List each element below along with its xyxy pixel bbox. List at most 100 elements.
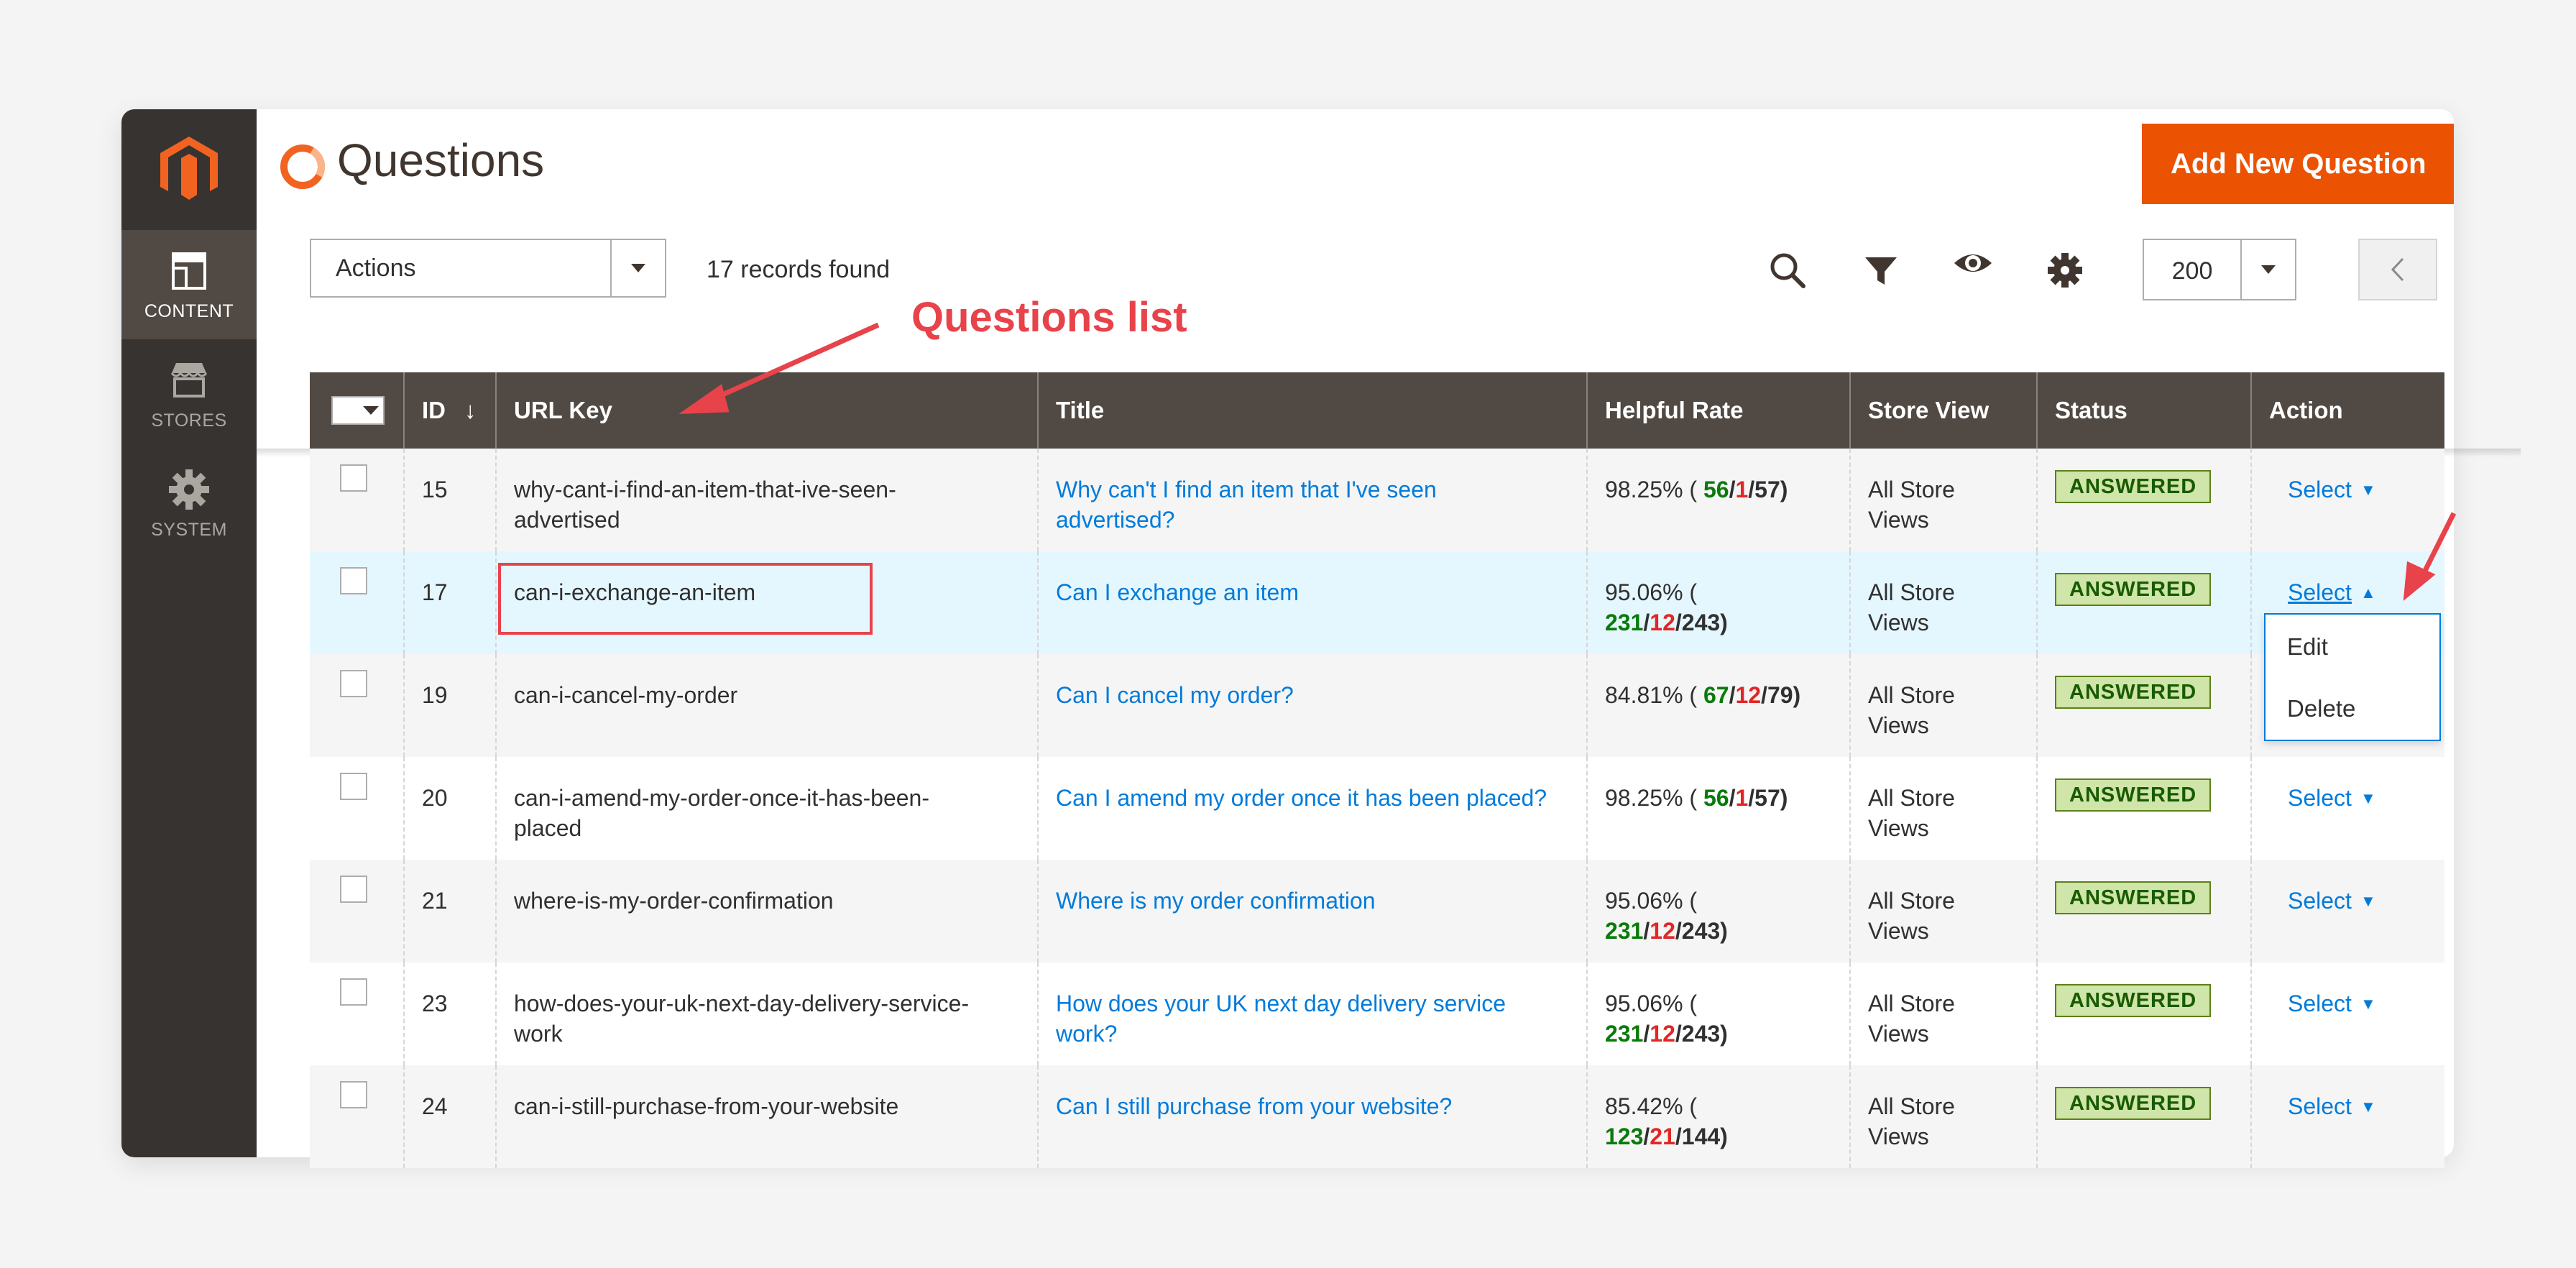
- row-checkbox[interactable]: [340, 773, 367, 800]
- search-icon[interactable]: [1767, 250, 1808, 290]
- row-id: 21: [422, 888, 448, 914]
- chevron-down-icon: ▼: [2360, 892, 2376, 910]
- row-store-view: All Store Views: [1868, 785, 1955, 841]
- row-checkbox[interactable]: [340, 1081, 367, 1108]
- table-row[interactable]: 20 can-i-amend-my-order-once-it-has-been-…: [310, 757, 2444, 860]
- row-id: 17: [422, 579, 448, 605]
- sidebar-item-stores[interactable]: STORES: [121, 339, 257, 449]
- status-badge: ANSWERED: [2055, 1087, 2212, 1120]
- column-header-title[interactable]: Title: [1037, 372, 1586, 449]
- status-badge: ANSWERED: [2055, 778, 2212, 812]
- row-store-view: All Store Views: [1868, 991, 1955, 1047]
- magento-logo[interactable]: [121, 109, 257, 230]
- row-url-key: why-cant-i-find-an-item-that-ive-seen- a…: [514, 477, 896, 533]
- annotation-label: Questions list: [911, 294, 1187, 341]
- sort-arrow-icon: ↓: [464, 397, 477, 423]
- chevron-left-icon: [2391, 257, 2404, 282]
- row-action-label: Select: [2288, 1093, 2352, 1119]
- sidebar-item-label: STORES: [151, 410, 227, 431]
- table-row[interactable]: 24 can-i-still-purchase-from-your-website…: [310, 1065, 2444, 1168]
- row-action-select[interactable]: Select ▼: [2288, 888, 2376, 914]
- row-title-link[interactable]: How does your UK next day delivery servi…: [1056, 991, 1506, 1047]
- helpful-no-count: 21: [1650, 1124, 1675, 1149]
- chevron-down-icon: ▼: [2360, 789, 2376, 807]
- records-found-count: 17 records found: [707, 256, 891, 283]
- helpful-no-count: 12: [1650, 918, 1675, 944]
- page-title: Questions: [337, 134, 545, 186]
- row-title-link[interactable]: Can I exchange an item: [1056, 579, 1299, 605]
- grid-header: ID ↓ URL Key Title Helpful Rate Store Vi…: [257, 372, 2521, 457]
- row-action-label: Select: [2288, 785, 2352, 811]
- row-action-select[interactable]: Select ▼: [2288, 991, 2376, 1016]
- table-row[interactable]: 15 why-cant-i-find-an-item-that-ive-seen-…: [310, 449, 2444, 551]
- column-header-id[interactable]: ID ↓: [403, 372, 495, 449]
- admin-sidebar: CONTENT STORES SYSTEM: [121, 109, 257, 1157]
- stores-icon: [170, 362, 208, 398]
- action-edit-item[interactable]: Edit: [2287, 633, 2328, 661]
- row-store-view: All Store Views: [1868, 579, 1955, 635]
- per-page-value: 200: [2171, 257, 2213, 285]
- row-checkbox[interactable]: [340, 670, 367, 697]
- sidebar-item-system[interactable]: SYSTEM: [121, 449, 257, 558]
- row-title-link[interactable]: Can I cancel my order?: [1056, 682, 1294, 708]
- gear-icon: [169, 469, 209, 510]
- row-action-select[interactable]: Select ▼: [2288, 785, 2376, 811]
- helpful-total-count: 57): [1754, 785, 1788, 811]
- action-dropdown-menu: Edit Delete: [2264, 613, 2441, 741]
- helpful-total-count: 243): [1681, 610, 1728, 635]
- row-title-link[interactable]: Where is my order confirmation: [1056, 888, 1376, 914]
- helpful-yes-count: 231: [1605, 1021, 1644, 1047]
- row-action-select[interactable]: Select ▲: [2288, 579, 2376, 605]
- status-badge: ANSWERED: [2055, 676, 2212, 709]
- eye-icon[interactable]: [1953, 243, 1993, 283]
- helpful-yes-count: 231: [1605, 918, 1644, 944]
- row-url-key: where-is-my-order-confirmation: [514, 888, 834, 914]
- add-new-question-button[interactable]: Add New Question: [2142, 124, 2454, 204]
- row-url-key: can-i-cancel-my-order: [514, 682, 738, 708]
- per-page-select[interactable]: 200: [2143, 239, 2296, 300]
- content-icon: [172, 252, 206, 290]
- row-action-label: Select: [2288, 991, 2352, 1016]
- loading-ring-icon: [280, 144, 325, 189]
- chevron-up-icon: ▲: [2360, 584, 2376, 602]
- row-title-link[interactable]: Why can't I find an item that I've seen …: [1056, 477, 1437, 533]
- column-header-status[interactable]: Status: [2036, 372, 2250, 449]
- sidebar-item-content[interactable]: CONTENT: [121, 230, 257, 339]
- helpful-no-count: 12: [1735, 682, 1762, 708]
- row-url-key: can-i-still-purchase-from-your-website: [514, 1093, 899, 1119]
- column-header-helpful-rate[interactable]: Helpful Rate: [1586, 372, 1849, 449]
- action-delete-item[interactable]: Delete: [2287, 695, 2355, 722]
- table-row[interactable]: 21 where-is-my-order-confirmation Where is…: [310, 860, 2444, 963]
- sidebar-item-label: SYSTEM: [151, 519, 227, 540]
- mass-select-checkbox[interactable]: [331, 396, 385, 425]
- prev-page-button[interactable]: [2358, 239, 2437, 300]
- row-action-select[interactable]: Select ▼: [2288, 1093, 2376, 1119]
- mass-actions-select[interactable]: Actions: [310, 239, 666, 298]
- table-row[interactable]: 23 how-does-your-uk-next-day-delivery-ser…: [310, 963, 2444, 1065]
- column-header-url-key[interactable]: URL Key: [495, 372, 1037, 449]
- table-row[interactable]: 19 can-i-cancel-my-order Can I cancel my o…: [310, 654, 2444, 757]
- row-action-label: Select: [2288, 477, 2352, 502]
- row-title-link[interactable]: Can I amend my order once it has been pl…: [1056, 785, 1547, 811]
- helpful-rate-percent: 95.06% (: [1605, 888, 1698, 914]
- row-checkbox[interactable]: [340, 978, 367, 1006]
- settings-gear-icon[interactable]: [2045, 250, 2085, 290]
- filter-icon[interactable]: [1861, 250, 1901, 290]
- mass-select-header[interactable]: [310, 372, 403, 449]
- status-badge: ANSWERED: [2055, 470, 2212, 503]
- helpful-rate-percent: 95.06% (: [1605, 579, 1698, 605]
- row-action-select[interactable]: Select ▼: [2288, 477, 2376, 502]
- chevron-down-icon: [610, 240, 665, 296]
- row-checkbox[interactable]: [340, 876, 367, 903]
- row-id: 24: [422, 1093, 448, 1119]
- row-title-link[interactable]: Can I still purchase from your website?: [1056, 1093, 1452, 1119]
- helpful-no-count: 12: [1650, 610, 1675, 635]
- page-header: Questions Add New Question: [257, 109, 2454, 230]
- helpful-rate-percent: 95.06% (: [1605, 991, 1698, 1016]
- row-checkbox[interactable]: [340, 567, 367, 594]
- row-store-view: All Store Views: [1868, 477, 1955, 533]
- column-header-action[interactable]: Action: [2250, 372, 2444, 449]
- row-id: 19: [422, 682, 448, 708]
- row-checkbox[interactable]: [340, 464, 367, 492]
- column-header-store-view[interactable]: Store View: [1849, 372, 2036, 449]
